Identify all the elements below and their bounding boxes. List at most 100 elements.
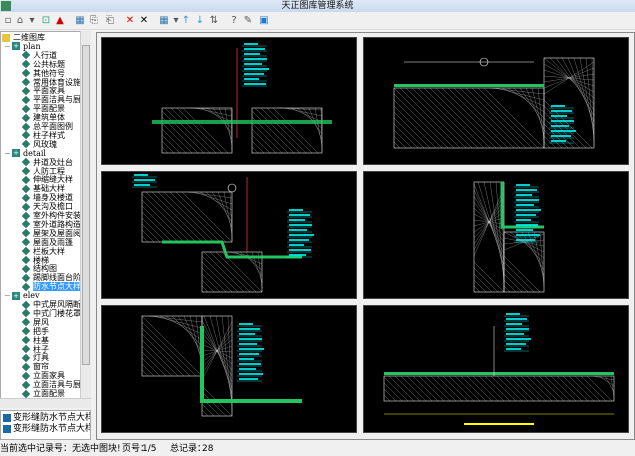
tree-item[interactable]: 立面洁具与厨 [21, 380, 81, 389]
tree-item[interactable]: 其他符号 [21, 68, 65, 78]
sort-icon[interactable]: ⇅ [208, 15, 220, 27]
book-icon [21, 104, 31, 113]
tree-item[interactable]: 中式屏风隔断 [21, 300, 81, 309]
collapse-toggle[interactable]: − [4, 291, 11, 300]
record-item[interactable]: 变形缝防水节点大样图 [3, 424, 90, 434]
tree-group[interactable]: + detail [12, 149, 46, 158]
book-icon [21, 140, 31, 149]
block-icon [3, 413, 11, 422]
dropdown-icon[interactable]: ▾ [26, 15, 38, 27]
edit-icon[interactable]: ✎ [242, 15, 254, 27]
book-icon [21, 113, 31, 122]
open-book-icon [21, 282, 31, 291]
tree-item[interactable]: 井道及灶台 [21, 158, 73, 167]
cad-drawing [132, 174, 314, 293]
drawing-preview[interactable] [363, 171, 629, 299]
book-icon [21, 175, 31, 185]
tree-item[interactable]: 平面配景 [21, 104, 65, 113]
copy-icon[interactable]: ⎘ [88, 15, 100, 27]
paste-icon[interactable]: ⎗ [104, 15, 116, 27]
tree-item[interactable]: 柱基 [21, 335, 49, 345]
tree-item[interactable]: 墙身及楼道 [21, 193, 73, 202]
library-tree[interactable]: 二维图库 − + plan 人行道 公共标题 其他符号 常用体育设施 平面家具 平面洁具与厨 平面配… [0, 31, 90, 407]
tree-item[interactable]: 平面洁具与厨 [21, 95, 81, 105]
tree-item[interactable]: 天沟及檐口 [21, 202, 73, 211]
book-icon [21, 122, 31, 131]
book-icon [21, 68, 31, 78]
block-icon [3, 424, 11, 433]
book-icon [21, 166, 31, 176]
book-icon [21, 273, 31, 283]
select-icon[interactable]: ⊡ [40, 15, 52, 27]
tree-item[interactable]: 踢脚线面台阶 [21, 273, 81, 283]
drawing-preview[interactable] [363, 37, 629, 165]
book-icon [21, 95, 31, 105]
selection-status: 当前选中记录号：无选中图块! [0, 444, 121, 454]
book-icon [21, 229, 31, 238]
tree-item[interactable]: 栏板大样 [21, 247, 65, 256]
collapse-toggle[interactable]: − [4, 149, 11, 158]
window-icon[interactable]: ▣ [258, 15, 270, 27]
book-icon [21, 77, 31, 87]
tree-item[interactable]: 窗帘 [21, 362, 49, 372]
drawing-preview[interactable] [101, 171, 357, 299]
record-list[interactable]: 变形缝防水节点大样图 变形缝防水节点大样图 [0, 410, 91, 440]
new-icon[interactable]: ▫ [2, 15, 14, 27]
delete-icon[interactable]: ✕ [138, 15, 150, 27]
drawing-preview[interactable] [101, 305, 357, 433]
tree-item[interactable]: 公共标题 [21, 60, 65, 69]
down-icon[interactable]: ↓ [194, 15, 206, 27]
tree-item[interactable]: 立面家具 [21, 371, 65, 380]
tree-item[interactable]: 基础大样 [21, 184, 65, 194]
tree-item[interactable]: 人行道 [21, 51, 57, 60]
grid-icon[interactable]: ▦ [74, 15, 86, 27]
book-icon [21, 86, 31, 96]
page-number: 1/5 [142, 444, 157, 454]
tree-group[interactable]: + plan [12, 42, 41, 51]
tree-group[interactable]: + elev [12, 291, 40, 300]
book-icon [21, 237, 31, 247]
cad-drawing [393, 57, 595, 149]
book-icon [21, 371, 31, 380]
warning-icon[interactable]: ▲ [54, 15, 66, 27]
drawing-preview[interactable] [363, 305, 629, 433]
book-icon [21, 300, 31, 309]
tree-item[interactable]: 把手 [21, 327, 49, 336]
tree-item[interactable]: 室外构件安装 [21, 211, 81, 220]
tree-item[interactable]: 中式门楼花罩 [21, 309, 81, 318]
tree-item[interactable]: 建筑单体 [21, 113, 65, 122]
book-icon [21, 362, 31, 372]
book-icon [21, 353, 31, 363]
cad-drawing [152, 43, 332, 154]
total-records: 28 [202, 444, 214, 454]
tree-vertical-scrollbar[interactable] [80, 31, 91, 407]
category-icon: + [12, 291, 20, 300]
scroll-thumb[interactable] [82, 45, 90, 365]
tree-item[interactable]: 风玫瑰 [21, 140, 57, 149]
record-item[interactable]: 变形缝防水节点大样图 [3, 413, 90, 423]
drawing-preview[interactable] [101, 37, 357, 165]
up-icon[interactable]: ↑ [180, 15, 192, 27]
book-icon [21, 220, 31, 229]
help-icon[interactable]: ? [228, 15, 240, 27]
book-icon [21, 380, 31, 389]
delete-red-icon[interactable]: ✕ [124, 15, 136, 27]
collapse-toggle[interactable]: − [4, 42, 11, 51]
book-icon [21, 184, 31, 194]
tree-horizontal-scrollbar[interactable] [0, 398, 91, 408]
tree-item[interactable]: 柱子样式 [21, 131, 65, 140]
tree-root[interactable]: 二维图库 [2, 33, 45, 42]
book-icon [21, 335, 31, 345]
window-title: 天正图库管理系统 [281, 1, 354, 11]
open-icon[interactable]: ⌂ [14, 15, 26, 27]
view-icon[interactable]: ▦ [158, 15, 170, 27]
tree-item[interactable]: 屏风 [21, 318, 49, 327]
tree-item[interactable]: 屋面及雨篷 [21, 237, 73, 247]
tree-item[interactable]: 室外道路构造 [21, 220, 81, 229]
tree-item[interactable]: 立面配景 [21, 389, 65, 398]
tree-item[interactable]: 总平面图例 [21, 122, 73, 131]
tree-item[interactable]: 防水节点大样 [21, 282, 81, 292]
tree-item[interactable]: 屋架及屋面阅 [21, 229, 81, 238]
book-icon [21, 344, 31, 354]
total-label: 总记录： [170, 444, 207, 454]
